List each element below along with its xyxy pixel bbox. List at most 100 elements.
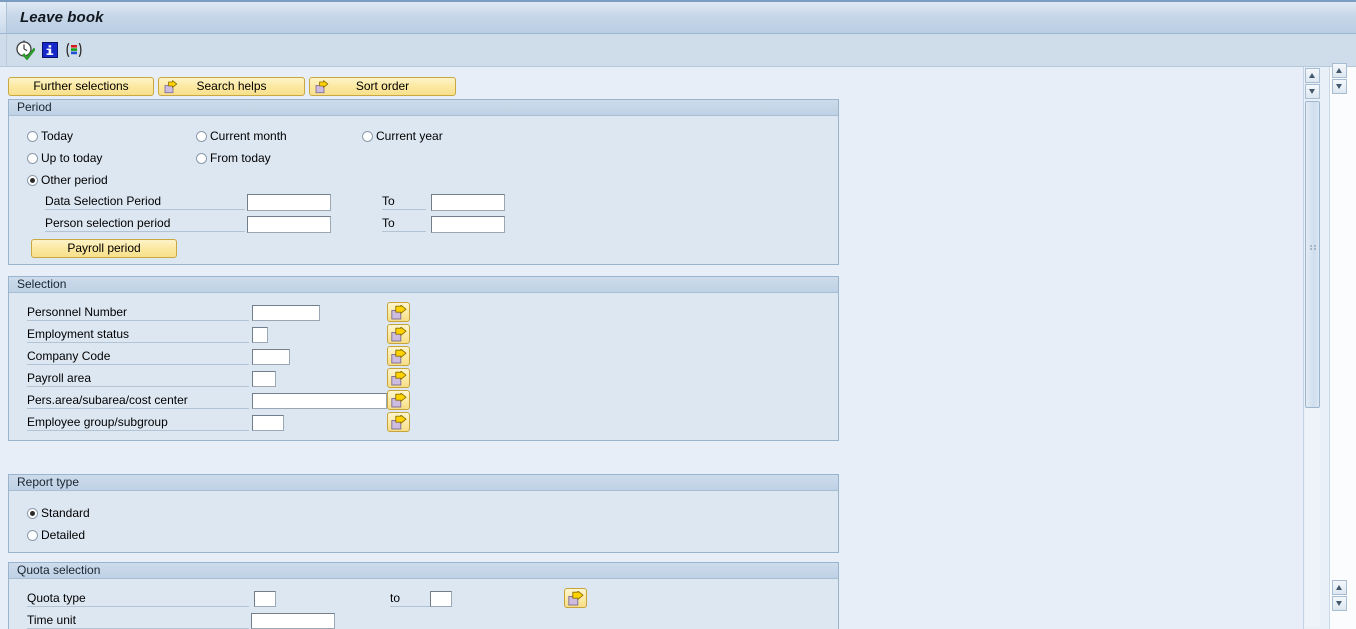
radio-detailed[interactable]: Detailed [27, 528, 85, 542]
scroll-thumb[interactable] [1305, 101, 1320, 408]
selection-group-title: Selection [9, 277, 838, 293]
arrow-right-icon [391, 305, 407, 320]
radio-indicator [362, 130, 373, 142]
outer-scroll-down-button[interactable] [1332, 79, 1347, 94]
company-code-input[interactable] [252, 349, 290, 365]
employment-status-multi-select-button[interactable] [387, 324, 410, 344]
quota-type-input[interactable] [254, 591, 276, 607]
period-group: Period Today Current month Current year … [8, 99, 839, 265]
radio-label: Standard [41, 506, 90, 520]
quota-type-to-label: to [390, 590, 430, 607]
company-code-multi-select-button[interactable] [387, 346, 410, 366]
sap-selection-screen: Leave book Further selections Search hel… [0, 0, 1356, 629]
arrow-right-icon [391, 349, 407, 364]
period-group-title: Period [9, 100, 838, 116]
chevron-up-icon [1336, 585, 1342, 590]
radio-label: Detailed [41, 528, 86, 542]
inner-vertical-scrollbar[interactable] [1303, 67, 1329, 629]
radio-up-to-today[interactable]: Up to today [27, 151, 102, 165]
person-selection-period-label: Person selection period [45, 215, 245, 232]
outer-scroll-down-button-bottom[interactable] [1332, 596, 1347, 611]
data-selection-period-to-label: To [382, 193, 426, 210]
chevron-down-icon [1336, 84, 1342, 89]
outer-scroll-up-button-bottom[interactable] [1332, 580, 1347, 595]
radio-indicator [27, 130, 38, 142]
scroll-down-button[interactable] [1305, 84, 1320, 99]
payroll-period-button[interactable]: Payroll period [31, 239, 177, 258]
outer-scroll-up-button[interactable] [1332, 63, 1347, 78]
personnel-number-label: Personnel Number [27, 304, 249, 321]
employment-status-input[interactable] [252, 327, 268, 343]
quota-type-multi-select-button[interactable] [564, 588, 587, 608]
payroll-area-input[interactable] [252, 371, 276, 387]
payroll-area-multi-select-button[interactable] [387, 368, 410, 388]
radio-current-year[interactable]: Current year [362, 129, 443, 143]
person-selection-period-to-input[interactable] [431, 216, 505, 233]
pers-area-subarea-cost-center-input[interactable] [252, 393, 387, 409]
arrow-right-icon [391, 327, 407, 342]
pers-area-multi-select-button[interactable] [387, 390, 410, 410]
radio-indicator [27, 529, 38, 541]
data-selection-period-from-input[interactable] [247, 194, 331, 211]
radio-from-today[interactable]: From today [196, 151, 271, 165]
arrow-right-icon [568, 591, 584, 606]
quota-type-label: Quota type [27, 590, 249, 607]
further-selections-label: Further selections [33, 79, 129, 93]
info-icon[interactable] [40, 40, 60, 60]
page-title: Leave book [20, 9, 104, 26]
radio-current-month[interactable]: Current month [196, 129, 287, 143]
sort-order-button[interactable]: Sort order [309, 77, 456, 96]
search-helps-label: Search helps [196, 79, 267, 93]
further-selections-button[interactable]: Further selections [8, 77, 154, 96]
application-toolbar: © www.tutorialkart.com [0, 34, 1356, 97]
data-selection-period-label: Data Selection Period [45, 193, 245, 210]
chevron-up-icon [1336, 68, 1342, 73]
personnel-number-multi-select-button[interactable] [387, 302, 410, 322]
company-code-label: Company Code [27, 348, 249, 365]
sort-order-label: Sort order [355, 79, 410, 93]
payroll-period-label: Payroll period [67, 241, 141, 255]
period-group-body: Today Current month Current year Up to t… [9, 117, 838, 264]
radio-standard[interactable]: Standard [27, 506, 90, 520]
scroll-up-button[interactable] [1305, 68, 1320, 83]
search-helps-button[interactable]: Search helps [158, 77, 305, 96]
execute-clock-icon[interactable] [15, 40, 36, 61]
data-selection-period-to-input[interactable] [431, 194, 505, 211]
employee-group-subgroup-input[interactable] [252, 415, 284, 431]
quota-type-to-input[interactable] [430, 591, 452, 607]
window-titlebar: Leave book [0, 0, 1356, 34]
arrow-right-icon [164, 80, 178, 94]
radio-indicator [27, 507, 38, 519]
report-type-group-body: Standard Detailed [9, 492, 838, 552]
radio-label: Up to today [41, 151, 103, 165]
titlebar-left-edge [0, 2, 7, 33]
scroll-thumb-grip [1310, 245, 1317, 252]
radio-label: From today [210, 151, 271, 165]
pers-area-subarea-cost-center-label: Pers.area/subarea/cost center [27, 392, 249, 409]
radio-other-period[interactable]: Other period [27, 173, 108, 187]
report-type-group-title: Report type [9, 475, 838, 491]
selection-group: Selection Personnel Number Employment st… [8, 276, 839, 441]
time-unit-input[interactable] [251, 613, 335, 629]
quota-selection-group-title: Quota selection [9, 563, 838, 579]
person-selection-period-from-input[interactable] [247, 216, 331, 233]
person-selection-period-to-label: To [382, 215, 426, 232]
arrow-right-icon [391, 415, 407, 430]
personnel-number-input[interactable] [252, 305, 320, 321]
employment-status-label: Employment status [27, 326, 249, 343]
radio-label: Other period [41, 173, 108, 187]
report-type-group: Report type Standard Detailed [8, 474, 839, 553]
radio-today[interactable]: Today [27, 129, 73, 143]
radio-label: Current year [376, 129, 443, 143]
radio-label: Today [41, 129, 74, 143]
chevron-down-icon [1309, 89, 1315, 94]
variant-bars-icon[interactable] [64, 40, 84, 60]
outer-vertical-scrollbar[interactable] [1329, 63, 1356, 629]
radio-indicator [196, 152, 207, 164]
selection-group-body: Personnel Number Employment status Compa… [9, 294, 838, 440]
radio-label: Current month [210, 129, 287, 143]
arrow-right-icon [315, 80, 329, 94]
employee-group-multi-select-button[interactable] [387, 412, 410, 432]
chevron-down-icon [1336, 601, 1342, 606]
quota-selection-group: Quota selection Quota type to Time unit [8, 562, 839, 629]
